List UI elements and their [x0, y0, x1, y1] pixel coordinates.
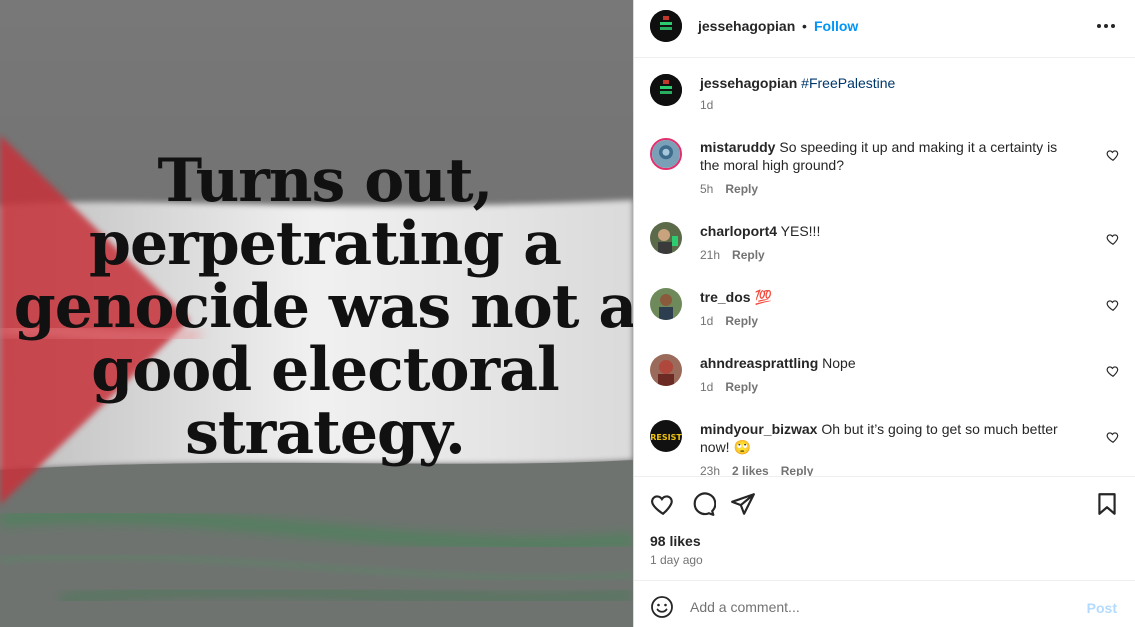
- commenter-avatar[interactable]: RESIST: [650, 420, 682, 452]
- comment-meta: 1d Reply: [700, 380, 770, 394]
- hashtag-link[interactable]: #FreePalestine: [801, 75, 895, 91]
- post-side-panel: jessehagopian • Follow jessehagopian #Fr…: [633, 0, 1135, 627]
- headline-line: Turns out,: [157, 146, 494, 216]
- post-header: jessehagopian • Follow: [634, 0, 1135, 58]
- comment-time: 5h: [700, 182, 714, 196]
- comment-username[interactable]: charloport4: [700, 223, 777, 239]
- commenter-avatar[interactable]: [650, 222, 682, 254]
- post-image[interactable]: Turns out, perpetrating a genocide was n…: [0, 0, 633, 627]
- comment-body: Nope: [822, 355, 856, 371]
- comment-meta: 1d Reply: [700, 314, 770, 328]
- comment-item: mistaruddy So speeding it up and making …: [650, 138, 1120, 198]
- like-comment-heart-icon[interactable]: [1106, 298, 1120, 312]
- comment-text: mindyour_bizwax Oh but it’s going to get…: [700, 420, 1080, 456]
- comment-likes-count[interactable]: 2 likes: [732, 464, 769, 476]
- comment-text: tre_dos 💯: [700, 288, 1080, 306]
- reply-button[interactable]: Reply: [732, 248, 765, 262]
- headline-line: perpetrating a: [89, 209, 562, 279]
- comment-item: tre_dos 💯 1d Reply: [650, 288, 1120, 332]
- author-avatar[interactable]: [650, 10, 682, 42]
- add-comment-input[interactable]: [690, 593, 1070, 621]
- like-comment-heart-icon[interactable]: [1106, 430, 1120, 444]
- comment-username[interactable]: mistaruddy: [700, 139, 775, 155]
- like-heart-icon[interactable]: [650, 491, 676, 517]
- commenter-avatar[interactable]: [650, 138, 682, 170]
- comment-time: 21h: [700, 248, 721, 262]
- comment-body: YES!!!: [780, 223, 821, 239]
- commenter-avatar[interactable]: [650, 288, 682, 320]
- caption-text: jessehagopian #FreePalestine: [700, 74, 1080, 92]
- comment-item: charloport4 YES!!! 21h Reply: [650, 222, 1120, 266]
- bookmark-icon[interactable]: [1094, 491, 1120, 517]
- like-comment-heart-icon[interactable]: [1106, 232, 1120, 246]
- comment-meta: 21h Reply: [700, 248, 777, 262]
- like-comment-heart-icon[interactable]: [1106, 148, 1120, 162]
- comment-time: 1d: [700, 314, 714, 328]
- like-comment-heart-icon[interactable]: [1106, 364, 1120, 378]
- svg-text:RESIST: RESIST: [650, 433, 682, 442]
- more-horizontal-icon[interactable]: [1097, 24, 1115, 30]
- comment-time: 1d: [700, 380, 714, 394]
- author-avatar[interactable]: [650, 74, 682, 106]
- comment-time: 23h: [700, 464, 721, 476]
- comment-item: RESIST mindyour_bizwax Oh but it’s going…: [650, 420, 1120, 476]
- comment-username[interactable]: ahndreasprattling: [700, 355, 818, 371]
- header-separator: •: [802, 18, 807, 34]
- reply-button[interactable]: Reply: [725, 380, 758, 394]
- emoji-smiley-icon[interactable]: [650, 595, 674, 619]
- comment-meta: 23h 2 likes Reply: [700, 464, 825, 476]
- header-username[interactable]: jessehagopian: [698, 18, 795, 34]
- reply-button[interactable]: Reply: [725, 314, 758, 328]
- reply-button[interactable]: Reply: [725, 182, 758, 196]
- share-paper-plane-icon[interactable]: [730, 491, 756, 517]
- post-headline: Turns out, perpetrating a genocide was n…: [0, 150, 633, 465]
- headline-line: genocide was not a: [13, 272, 633, 342]
- comment-username[interactable]: mindyour_bizwax: [700, 421, 817, 437]
- comment-username[interactable]: tre_dos: [700, 289, 751, 305]
- comment-item: ahndreasprattling Nope 1d Reply: [650, 354, 1120, 398]
- caption-time: 1d: [700, 98, 714, 112]
- comment-text: charloport4 YES!!!: [700, 222, 1080, 240]
- comments-list[interactable]: jessehagopian #FreePalestine 1d mistarud…: [634, 58, 1135, 476]
- caption: jessehagopian #FreePalestine 1d: [650, 74, 1120, 114]
- follow-button[interactable]: Follow: [814, 18, 858, 34]
- comment-composer: Post: [634, 580, 1135, 627]
- commenter-avatar[interactable]: [650, 354, 682, 386]
- headline-line: good electoral: [91, 335, 560, 405]
- reply-button[interactable]: Reply: [781, 464, 814, 476]
- comment-meta: 5h Reply: [700, 182, 770, 196]
- comment-body: 💯: [754, 289, 772, 305]
- caption-meta: 1d: [700, 98, 725, 112]
- post-comment-button[interactable]: Post: [1087, 600, 1117, 616]
- comment-text: mistaruddy So speeding it up and making …: [700, 138, 1080, 174]
- comment-bubble-icon[interactable]: [690, 491, 716, 517]
- likes-count[interactable]: 98 likes: [650, 533, 701, 549]
- post-actions: 98 likes 1 day ago: [634, 476, 1135, 580]
- comment-text: ahndreasprattling Nope: [700, 354, 1080, 372]
- caption-username[interactable]: jessehagopian: [700, 75, 797, 91]
- headline-line: strategy.: [185, 398, 466, 468]
- post-timestamp: 1 day ago: [650, 553, 703, 567]
